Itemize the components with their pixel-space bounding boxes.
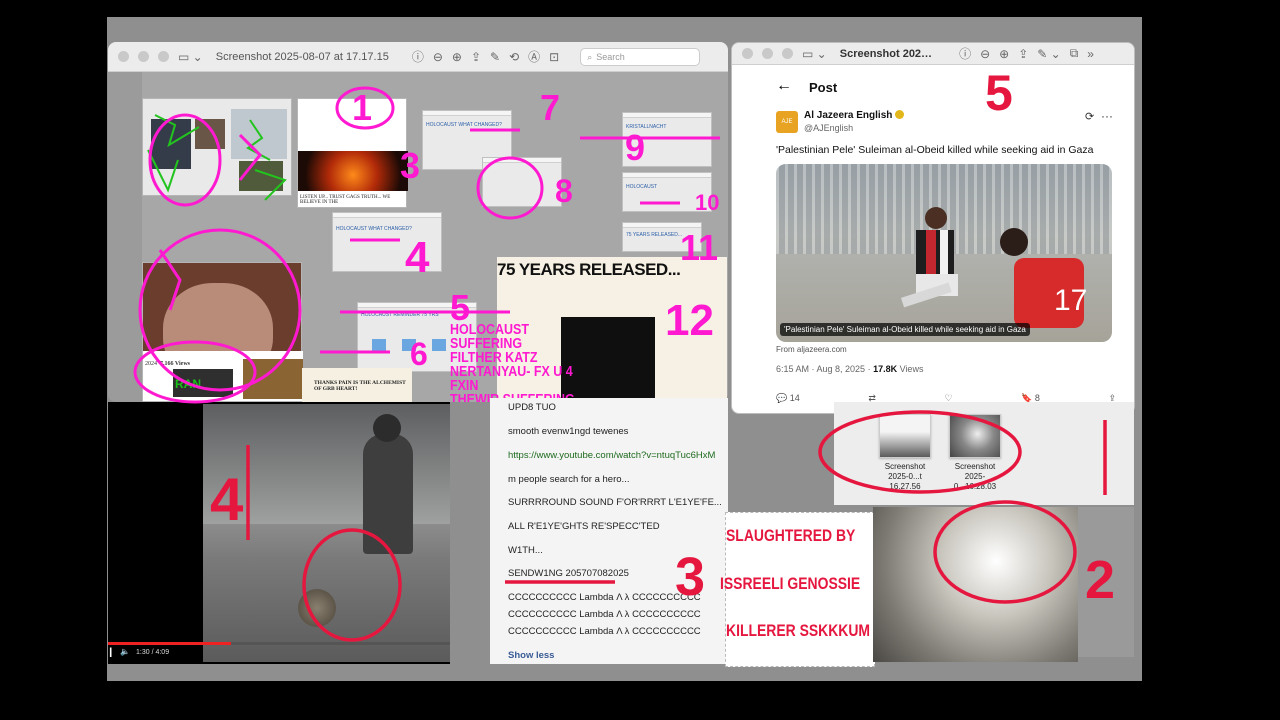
description-line: CCCCCCCCCC Lambda Λ λ CCCCCCCCCC: [508, 609, 701, 620]
account-name[interactable]: Al Jazeera English: [804, 110, 905, 121]
tweet-text: 'Palestinian Pele' Suleiman al-Obeid kil…: [776, 144, 1094, 156]
caption-line: SLAUGHTERED BY: [726, 526, 856, 545]
photo-tile: [239, 161, 283, 191]
collage-text-block: LISTEN UP... TRUST GAGS TRUTH... WE BELI…: [297, 98, 408, 208]
video-frame: [203, 404, 450, 662]
mini-window: HOLOCAUST WHAT CHANGED?: [332, 212, 442, 272]
window-title: Screenshot 202…: [839, 47, 933, 60]
caption-line: KILLERER SSKKKUM: [726, 621, 871, 640]
verified-badge-icon: [895, 110, 905, 119]
description-line: W1TH...: [508, 545, 543, 556]
titlebar-left: ▭ ⌄ Screenshot 2025-08-07 at 17.17.15 ⓘ …: [108, 42, 728, 72]
video-progress-bar[interactable]: [108, 642, 450, 645]
article-headline: 75 YEARS RELEASED...: [497, 260, 681, 279]
file-thumbnail-icon: [949, 414, 1001, 458]
orb-image[interactable]: [873, 507, 1078, 662]
volume-icon[interactable]: 🔈: [120, 647, 130, 656]
crop-icon[interactable]: ⊡: [549, 50, 559, 64]
window-title: Screenshot 2025-08-07 at 17.17.15: [215, 50, 389, 63]
info-icon[interactable]: ⓘ: [959, 45, 971, 62]
text-box[interactable]: SLAUGHTERED BY ISSREELI GENOSSIE KILLERE…: [720, 512, 875, 667]
show-less-button[interactable]: Show less: [508, 650, 554, 661]
zoom-button[interactable]: [158, 51, 169, 62]
description-line: m people search for a hero...: [508, 474, 630, 485]
description-line: SURRRROUND SOUND F'OR'RRRT L'E1YE'FE...: [508, 497, 722, 508]
desktop-strip: [1078, 507, 1134, 657]
youtube-link[interactable]: https://www.youtube.com/watch?v=ntuqTuc6…: [508, 450, 715, 461]
reply-button[interactable]: 💬 14: [776, 393, 800, 404]
more-options-icon[interactable]: ···: [1101, 109, 1113, 123]
account-handle[interactable]: @AJEnglish: [804, 123, 853, 133]
video-time: 1:30 / 4:09: [136, 649, 170, 656]
screenshot-collage: LISTEN UP... TRUST GAGS TRUTH... WE BELI…: [142, 72, 728, 402]
thanks-note: THANKS PAIN IS THE ALCHEMIST OF GRB HEAR…: [302, 368, 412, 402]
media-caption: 'Palestinian Pele' Suleiman al-Obeid kil…: [780, 323, 1030, 336]
mini-window: [482, 157, 562, 207]
svg-text:17: 17: [1054, 284, 1087, 317]
portrait-image: 2024 7,166 Views RAN: [142, 262, 303, 402]
mini-window: 75 YEARS RELEASED...: [622, 222, 702, 252]
info-icon[interactable]: ⓘ: [412, 48, 424, 65]
zoom-in-icon[interactable]: ⊕: [452, 50, 462, 64]
description-line: SENDW1NG 2057070820​25: [508, 568, 629, 579]
collage-image-grid: [142, 98, 292, 196]
file-thumbnail-icon: [879, 414, 931, 458]
reply-icon: 💬: [776, 393, 788, 403]
mini-window: HOLOCAUST: [622, 172, 712, 212]
minimize-button[interactable]: [138, 51, 149, 62]
mini-window: KRISTALLNACHT: [622, 112, 712, 167]
search-icon: ⌕: [587, 51, 593, 62]
description-panel: UPD8 TUO smooth evenw1ngd tewenes https:…: [490, 398, 728, 664]
avatar[interactable]: AJE: [776, 111, 798, 133]
grok-icon[interactable]: ⟳: [1085, 110, 1094, 123]
sidebar-icon[interactable]: ▭ ⌄: [802, 47, 827, 61]
photo-tile: [195, 119, 225, 149]
markup-icon[interactable]: ✎: [490, 50, 500, 64]
window-icon[interactable]: ⧉: [1070, 46, 1079, 61]
minimize-button[interactable]: [762, 48, 773, 59]
sidebar-icon[interactable]: ▭ ⌄: [178, 50, 203, 64]
back-arrow-icon[interactable]: ←: [776, 77, 792, 95]
titlebar-right: ▭ ⌄ Screenshot 202… ⓘ ⊖ ⊕ ⇪ ✎ ⌄ ⧉ »: [732, 43, 1134, 65]
zoom-out-icon[interactable]: ⊖: [433, 50, 443, 64]
zoom-out-icon[interactable]: ⊖: [980, 47, 990, 61]
share-icon[interactable]: ⇪: [1018, 47, 1028, 61]
pause-icon[interactable]: ▎: [110, 648, 116, 657]
close-button[interactable]: [742, 48, 753, 59]
holocaust-caption: HOLOCAUST SUFFERING FILTHER KATZ NERTANY…: [450, 322, 575, 402]
description-line: smooth evenw1ngd tewenes: [508, 426, 629, 437]
post-header: Post: [809, 80, 838, 95]
tweet-meta: 6:15 AM · Aug 8, 2025 · 17.8K Views: [776, 364, 924, 374]
photo-tile: [231, 109, 287, 159]
player-figure: [900, 207, 958, 308]
zoom-in-icon[interactable]: ⊕: [999, 47, 1009, 61]
source-link[interactable]: From aljazeera.com: [776, 345, 847, 354]
finder-window: Screenshot 2025-0...t 16.27.56 Screensho…: [834, 402, 1134, 505]
preview-window-right: ▭ ⌄ Screenshot 202… ⓘ ⊖ ⊕ ⇪ ✎ ⌄ ⧉ » ← Po…: [731, 42, 1135, 414]
search-field[interactable]: ⌕ Search: [580, 47, 701, 66]
fire-image: [298, 151, 408, 191]
file-screenshot-2[interactable]: Screenshot 2025-0...16.28.03: [944, 414, 1006, 492]
more-icon[interactable]: »: [1087, 47, 1094, 61]
screen: ▭ ⌄ Screenshot 2025-08-07 at 17.17.15 ⓘ …: [0, 0, 1280, 720]
description-line: ALL R'E1YE'GHTS RE'SPECC'TED: [508, 521, 660, 532]
video-player[interactable]: ▎ 🔈 1:30 / 4:09: [108, 402, 450, 664]
photo-tile: [151, 119, 191, 169]
caption-line: ISSREELI GENOSSIE: [720, 574, 861, 593]
rotate-icon[interactable]: ⟲: [509, 50, 519, 64]
markup-icon[interactable]: ✎ ⌄: [1037, 47, 1060, 61]
description-line: CCCCCCCCCC Lambda Λ λ CCCCCCCCCC: [508, 626, 701, 637]
description-line: UPD8 TUO: [508, 402, 556, 413]
tweet-media-image[interactable]: 17 'Palestinian Pele' Suleiman al-Obeid …: [776, 164, 1112, 342]
file-screenshot-1[interactable]: Screenshot 2025-0...t 16.27.56: [874, 414, 936, 492]
preview-window-left: ▭ ⌄ Screenshot 2025-08-07 at 17.17.15 ⓘ …: [108, 42, 728, 402]
zoom-button[interactable]: [782, 48, 793, 59]
annotate-icon[interactable]: Ⓐ: [528, 48, 540, 65]
video-controls[interactable]: ▎ 🔈 1:30 / 4:09: [108, 642, 450, 664]
close-button[interactable]: [118, 51, 129, 62]
share-icon[interactable]: ⇪: [471, 50, 481, 64]
description-line: CCCCCCCCCC Lambda Λ λ CCCCCCCCCC: [508, 592, 701, 603]
